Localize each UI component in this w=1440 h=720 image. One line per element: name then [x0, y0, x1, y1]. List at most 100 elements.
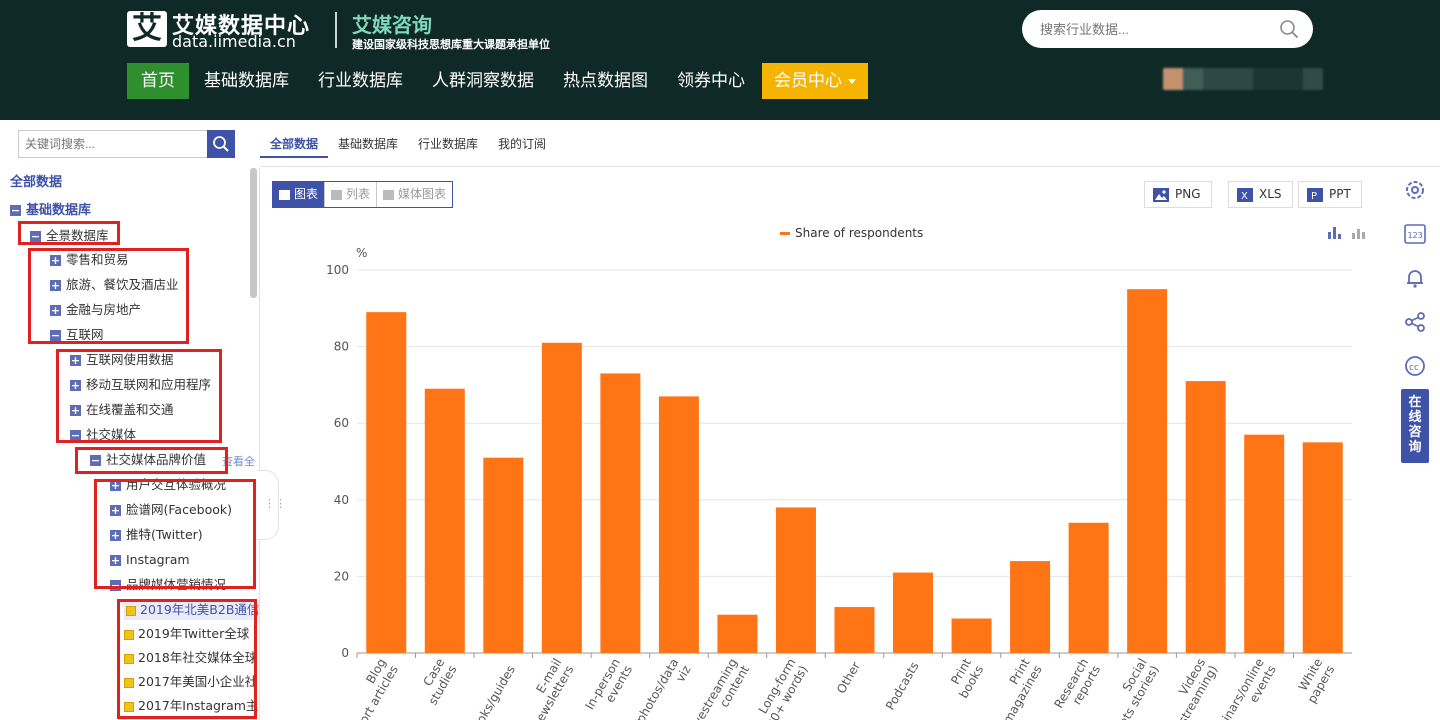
online-consult-label: 在线咨询 — [1408, 395, 1422, 455]
bar[interactable] — [541, 342, 582, 653]
nav-crowd-insight[interactable]: 人群洞察数据 — [418, 63, 548, 99]
x-tick-label: Whitepapers — [1296, 656, 1338, 706]
view-chart-button[interactable]: 图表 — [273, 182, 326, 207]
bar[interactable] — [775, 507, 816, 653]
bar[interactable] — [717, 614, 758, 653]
y-tick-label: 60 — [334, 416, 349, 430]
nav-coupons[interactable]: 领券中心 — [663, 63, 759, 99]
y-axis-label: % — [356, 246, 367, 260]
y-tick-label: 20 — [334, 569, 349, 583]
annotation-box — [117, 599, 257, 719]
bar[interactable] — [834, 607, 875, 653]
bar[interactable] — [1010, 561, 1051, 653]
x-tick-label: binars/onlineevents — [1216, 656, 1279, 720]
x-tick-label: Other — [834, 659, 863, 696]
collapse-icon[interactable]: − — [10, 205, 21, 216]
tab-my-subscriptions[interactable]: 我的订阅 — [488, 130, 556, 158]
view-chart-label: 图表 — [294, 187, 319, 201]
nav-base-db[interactable]: 基础数据库 — [190, 63, 303, 99]
bar-chart: 0 20 40 60 80 100% Blogort articles Casestudies… — [326, 246, 1352, 720]
export-png-button[interactable]: PNG — [1144, 181, 1212, 208]
global-search-input[interactable] — [1040, 19, 1270, 39]
bar[interactable] — [893, 572, 934, 653]
x-tick-label: In-personevents — [582, 656, 635, 712]
view-media-label: 媒体图表 — [398, 187, 447, 201]
svg-text:cc: cc — [1409, 363, 1419, 373]
global-search — [1022, 10, 1313, 48]
y-tick-label: 40 — [334, 493, 349, 507]
x-tick-label: Researchreports — [1052, 656, 1104, 711]
bar[interactable] — [424, 388, 465, 653]
tree-node-label: 全部数据 — [10, 175, 63, 190]
x-tick-label: ooks/guides — [470, 663, 518, 720]
tree-node[interactable]: 全部数据 — [10, 173, 62, 193]
bar[interactable] — [1185, 381, 1226, 653]
annotation-box — [56, 349, 222, 443]
sidebar-collapse-handle[interactable]: ⋮⋮ — [257, 470, 286, 540]
export-ppt-button[interactable]: P PPT — [1298, 181, 1362, 208]
x-tick-label: Blogort articles — [356, 656, 400, 720]
x-tick-label: Casestudies — [421, 656, 460, 707]
bar[interactable] — [658, 396, 699, 653]
online-consult-button[interactable]: 在线咨询 — [1401, 389, 1429, 463]
user-account-blurred[interactable] — [1163, 68, 1323, 90]
y-tick-label: 0 — [341, 646, 349, 660]
x-tick-label: Socialets stories) — [1116, 656, 1162, 720]
tab-all-data[interactable]: 全部数据 — [260, 130, 329, 158]
search-icon — [213, 136, 229, 152]
bar[interactable] — [1127, 289, 1168, 653]
search-icon[interactable] — [1279, 19, 1299, 39]
view-media-chart-button[interactable]: 媒体图表 — [377, 182, 453, 207]
nav-hot-charts[interactable]: 热点数据图 — [549, 63, 662, 99]
export-xls-button[interactable]: X XLS — [1228, 181, 1293, 208]
number-format-icon[interactable]: 123 — [1403, 222, 1427, 246]
bar[interactable] — [1244, 434, 1285, 653]
x-tick-label: Long-form00+ words) — [756, 656, 811, 720]
tab-industry-db[interactable]: 行业数据库 — [408, 130, 488, 158]
image-icon — [1153, 187, 1169, 202]
annotation-box — [94, 479, 256, 589]
tab-base-db[interactable]: 基础数据库 — [328, 130, 408, 158]
view-list-button[interactable]: 列表 — [325, 182, 378, 207]
keyword-search-button[interactable] — [207, 130, 235, 158]
annotation-box — [28, 248, 189, 344]
x-tick-label: Printbooks — [948, 656, 986, 701]
bar[interactable] — [483, 457, 524, 653]
top-header: 艾 艾媒数据中心 data.iimedia.cn 艾媒咨询 建设国家级科技思想库… — [0, 0, 1440, 120]
member-center-button[interactable]: 会员中心 — [762, 63, 868, 99]
annotation-box — [75, 447, 228, 474]
tabs-divider — [260, 166, 1440, 167]
x-tick-label: ivestreamingcontent — [689, 656, 753, 720]
bar[interactable] — [366, 312, 407, 653]
svg-text:P: P — [1311, 191, 1317, 202]
bell-icon[interactable] — [1403, 266, 1427, 290]
share-icon[interactable] — [1403, 310, 1427, 334]
list-icon — [331, 189, 343, 200]
x-tick-label: Printmagazines — [1000, 656, 1045, 720]
bar[interactable] — [1068, 522, 1109, 653]
x-tick-text: Podcasts — [883, 660, 922, 713]
x-tick-text: ooks/guides — [470, 663, 518, 720]
bar[interactable] — [951, 618, 992, 653]
drag-handle-icon: ⋮⋮ — [264, 497, 286, 510]
tree-node-label: 基础数据库 — [26, 203, 92, 218]
keyword-search-input[interactable] — [19, 131, 199, 157]
creative-commons-icon[interactable]: cc — [1403, 354, 1427, 378]
bar[interactable] — [600, 373, 641, 653]
nav-industry-db[interactable]: 行业数据库 — [304, 63, 417, 99]
tree-scrollbar[interactable] — [250, 168, 257, 298]
bar[interactable] — [1302, 442, 1343, 653]
logo-divider — [335, 12, 337, 48]
logo-icon[interactable]: 艾 — [127, 11, 167, 47]
bar-chart-icon — [279, 189, 290, 200]
settings-icon[interactable] — [1403, 178, 1427, 202]
export-ppt-label: PPT — [1329, 187, 1351, 201]
brand2-title[interactable]: 艾媒咨询 — [352, 9, 432, 38]
y-tick-label: 100 — [326, 263, 349, 277]
logo-url: data.iimedia.cn — [172, 32, 296, 51]
tree-node[interactable]: − 基础数据库 — [10, 201, 91, 221]
annotation-box — [18, 221, 120, 245]
powerpoint-icon: P — [1307, 187, 1323, 202]
member-center-label: 会员中心 — [774, 71, 842, 91]
nav-home[interactable]: 首页 — [127, 63, 189, 99]
